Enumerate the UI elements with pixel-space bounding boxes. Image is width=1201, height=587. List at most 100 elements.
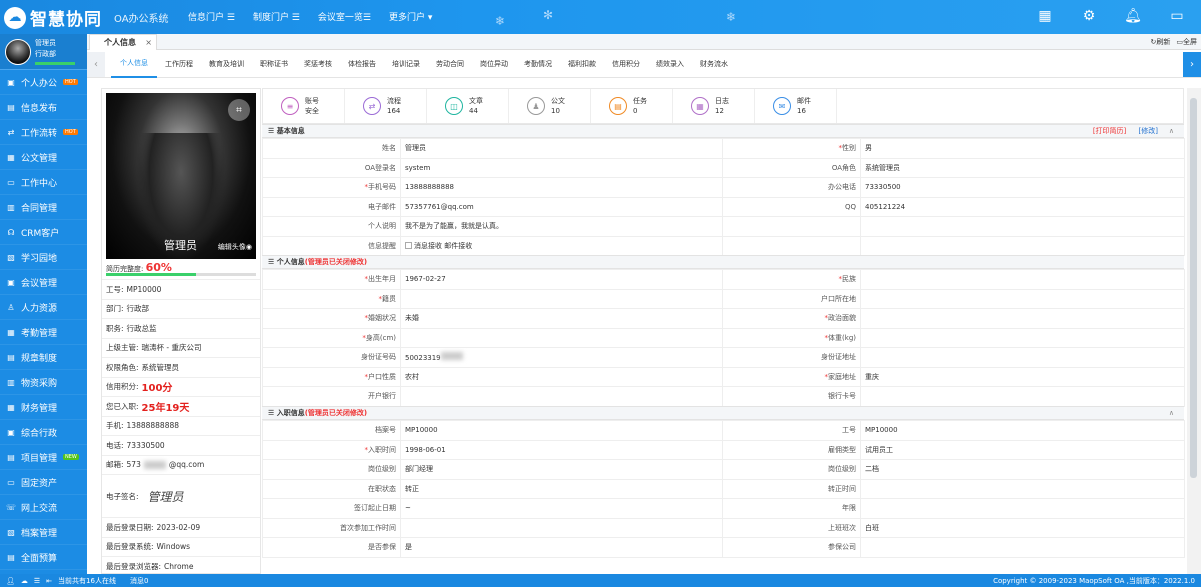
topnav-rules-portal[interactable]: 制度门户 ☰ — [253, 10, 300, 23]
field-value[interactable] — [860, 478, 1185, 499]
stat-item[interactable]: ▦ 日志 12 — [673, 89, 755, 123]
field-value[interactable]: 73330500 — [860, 177, 1185, 198]
online-count[interactable]: 当前共有16人在线 — [58, 576, 116, 586]
field-value[interactable] — [860, 288, 1185, 309]
close-icon[interactable]: × — [145, 35, 152, 50]
sidebar-item[interactable]: ⇄ 工作流转 HOT — [0, 120, 87, 145]
app-logo[interactable]: ☁ 智慧协同 OA办公系统 — [4, 5, 169, 30]
field-value[interactable]: MP10000 — [860, 420, 1185, 441]
field-value[interactable] — [400, 517, 723, 538]
field-value[interactable]: 是 — [400, 537, 723, 558]
collapse-icon[interactable]: ⇤ — [46, 577, 52, 585]
scrollbar[interactable] — [1187, 88, 1201, 574]
field-value[interactable]: 13888888888 — [400, 177, 723, 198]
sidebar-item[interactable]: ☊ CRM客户 — [0, 220, 87, 245]
field-value[interactable]: 转正 — [400, 478, 723, 499]
field-value[interactable]: ~ — [400, 498, 723, 519]
edit-avatar-button[interactable]: 编辑头像◉ — [218, 242, 252, 252]
topnav-meeting-rooms[interactable]: 会议室一览☰ — [318, 10, 371, 23]
field-value[interactable]: 1967-02-27 — [400, 269, 723, 290]
sidebar-item[interactable]: ▦ 公文管理 — [0, 145, 87, 170]
field-value[interactable]: 部门经理 — [400, 459, 723, 480]
field-value[interactable]: 试用员工 — [860, 439, 1185, 460]
field-value[interactable] — [400, 327, 723, 348]
sub-tab[interactable]: 职称证书 — [252, 52, 296, 77]
field-value[interactable] — [860, 235, 1185, 256]
stat-item[interactable]: ▤ 任务 0 — [591, 89, 673, 123]
menu-icon[interactable]: ☰ — [34, 577, 40, 585]
sidebar-item[interactable]: ▧ 档案管理 — [0, 520, 87, 545]
sidebar-item[interactable]: ▤ 全面预算 — [0, 545, 87, 570]
sidebar-item[interactable]: ♙ 人力资源 — [0, 295, 87, 320]
sub-tab[interactable]: 体检报告 — [340, 52, 384, 77]
message-count[interactable]: 消息0 — [130, 576, 148, 586]
field-value[interactable] — [400, 386, 723, 407]
window-icon[interactable]: ▭ — [1167, 6, 1187, 26]
sidebar-item[interactable]: ▤ 信息发布 — [0, 95, 87, 120]
avatar[interactable] — [5, 38, 31, 65]
field-value[interactable]: 二档 — [860, 459, 1185, 480]
field-value[interactable]: 男 — [860, 138, 1185, 159]
field-value[interactable] — [860, 498, 1185, 519]
field-value[interactable]: 白班 — [860, 517, 1185, 538]
sidebar-item[interactable]: ▧ 学习园地 — [0, 245, 87, 270]
sidebar-item[interactable]: ☏ 网上交流 — [0, 495, 87, 520]
field-value[interactable] — [860, 216, 1185, 237]
sub-tab[interactable]: 教育及培训 — [201, 52, 252, 77]
field-value[interactable] — [860, 386, 1185, 407]
sub-tab[interactable]: 财务流水 — [692, 52, 736, 77]
field-value[interactable] — [860, 327, 1185, 348]
field-value[interactable] — [400, 288, 723, 309]
sub-tab[interactable]: 个人信息 — [111, 51, 157, 78]
field-value[interactable]: 消息接收 邮件接收 — [400, 235, 723, 256]
sidebar-item[interactable]: ▤ 规章制度 — [0, 345, 87, 370]
field-value[interactable]: system — [400, 157, 723, 178]
cloud-icon[interactable]: ☁ — [21, 577, 28, 585]
sidebar-item[interactable]: ▦ 考勤管理 — [0, 320, 87, 345]
stat-item[interactable]: ◫ 文章 44 — [427, 89, 509, 123]
topnav-info-portal[interactable]: 信息门户 ☰ — [188, 10, 235, 23]
topnav-more-portals[interactable]: 更多门户 ▾ — [389, 10, 432, 23]
sidebar-item[interactable]: ▥ 物资采购 — [0, 370, 87, 395]
sidebar-item[interactable]: ▣ 会议管理 — [0, 270, 87, 295]
field-value[interactable] — [860, 537, 1185, 558]
chevron-up-icon[interactable]: ∧ — [1169, 125, 1174, 138]
sub-tab[interactable]: 培训记录 — [384, 52, 428, 77]
checkbox[interactable] — [405, 242, 412, 250]
field-value[interactable]: 未婚 — [400, 308, 723, 329]
sidebar-item[interactable]: ▭ 固定资产 — [0, 470, 87, 495]
profile-photo[interactable]: ⌗ 管理员 编辑头像◉ — [106, 93, 256, 259]
field-value[interactable] — [860, 347, 1185, 368]
field-value[interactable]: 系统管理员 — [860, 157, 1185, 178]
field-value[interactable]: 50023319 — [400, 347, 723, 368]
page-tab-personal-info[interactable]: 个人信息 × — [89, 34, 157, 50]
stat-item[interactable]: ⇄ 流程 164 — [345, 89, 427, 123]
field-value[interactable]: 农村 — [400, 366, 723, 387]
sidebar-item[interactable]: ▣ 综合行政 — [0, 420, 87, 445]
scan-icon[interactable]: ⌗ — [228, 99, 250, 121]
chevron-left-icon[interactable]: ‹ — [87, 52, 105, 77]
refresh-button[interactable]: ↻刷新 — [1151, 37, 1171, 47]
sidebar-item[interactable]: ▣ 个人办公 HOT — [0, 70, 87, 95]
sub-tab[interactable]: 劳动合同 — [428, 52, 472, 77]
sub-tab[interactable]: 福利扣款 — [560, 52, 604, 77]
print-resume-link[interactable]: [打印简历] — [1093, 127, 1126, 135]
sidebar-item[interactable]: ▥ 合同管理 — [0, 195, 87, 220]
sub-tab[interactable]: 绩效录入 — [648, 52, 692, 77]
field-value[interactable]: 管理员 — [400, 138, 723, 159]
stat-item[interactable]: ✉ 邮件 16 — [755, 89, 837, 123]
sidebar-item[interactable]: ▦ 财务管理 — [0, 395, 87, 420]
field-value[interactable]: 405121224 — [860, 196, 1185, 217]
sub-tab[interactable]: 信用积分 — [604, 52, 648, 77]
sub-tab[interactable]: 工作历程 — [157, 52, 201, 77]
fullscreen-button[interactable]: ▭全屏 — [1176, 37, 1197, 47]
field-value[interactable] — [860, 308, 1185, 329]
chevron-up-icon[interactable]: ∧ — [1169, 407, 1174, 420]
apps-grid-icon[interactable]: ▦ — [1035, 6, 1055, 26]
stat-item[interactable]: ♟ 公文 10 — [509, 89, 591, 123]
sub-tab[interactable]: 考勤情况 — [516, 52, 560, 77]
user-icon[interactable]: 👤︎ — [6, 577, 15, 585]
stat-item[interactable]: ≡ 账号 安全 — [263, 89, 345, 123]
sub-tab[interactable]: 奖惩考核 — [296, 52, 340, 77]
field-value[interactable]: 1998-06-01 — [400, 439, 723, 460]
